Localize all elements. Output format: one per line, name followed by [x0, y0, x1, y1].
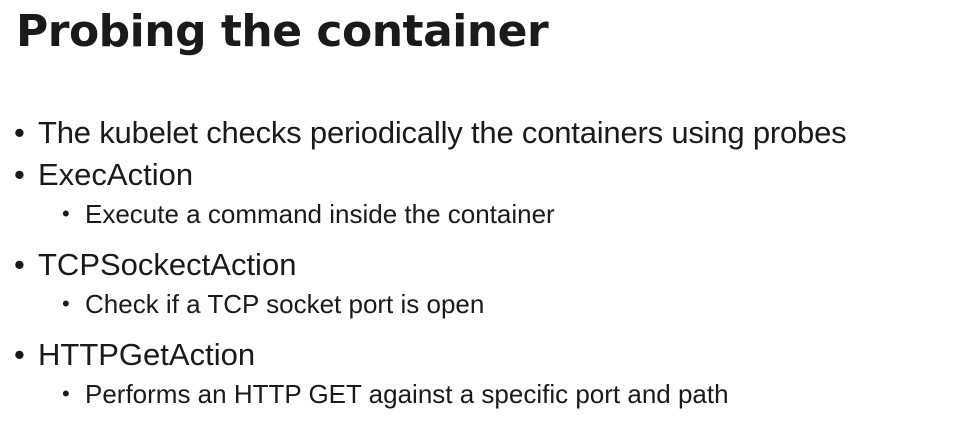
bullet-text: HTTPGetAction	[38, 337, 256, 372]
sub-bullet-item: • Check if a TCP socket port is open	[0, 286, 967, 322]
bullet-item: • ExecAction	[0, 154, 967, 196]
bullet-icon: •	[14, 115, 25, 150]
bullet-list: • The kubelet checks periodically the co…	[0, 112, 967, 424]
sub-bullet-text: Check if a TCP socket port is open	[85, 289, 485, 319]
sub-bullet-item: • Performs an HTTP GET against a specifi…	[0, 376, 967, 412]
slide: Probing the container • The kubelet chec…	[0, 0, 967, 434]
bullet-icon: •	[14, 337, 25, 372]
bullet-text: ExecAction	[38, 157, 194, 192]
sub-bullet-icon: •	[62, 381, 70, 406]
bullet-item: • TCPSockectAction	[0, 244, 967, 286]
bullet-text: The kubelet checks periodically the cont…	[38, 115, 847, 150]
sub-bullet-text: Execute a command inside the container	[85, 199, 555, 229]
bullet-icon: •	[14, 157, 25, 192]
sub-bullet-icon: •	[62, 201, 70, 226]
slide-title: Probing the container	[16, 6, 549, 57]
sub-bullet-item: • Execute a command inside the container	[0, 196, 967, 232]
sub-bullet-text: Performs an HTTP GET against a specific …	[85, 379, 729, 409]
sub-bullet-icon: •	[62, 291, 70, 316]
bullet-item: • The kubelet checks periodically the co…	[0, 112, 967, 154]
bullet-icon: •	[14, 247, 25, 282]
bullet-item: • HTTPGetAction	[0, 334, 967, 376]
bullet-text: TCPSockectAction	[38, 247, 297, 282]
